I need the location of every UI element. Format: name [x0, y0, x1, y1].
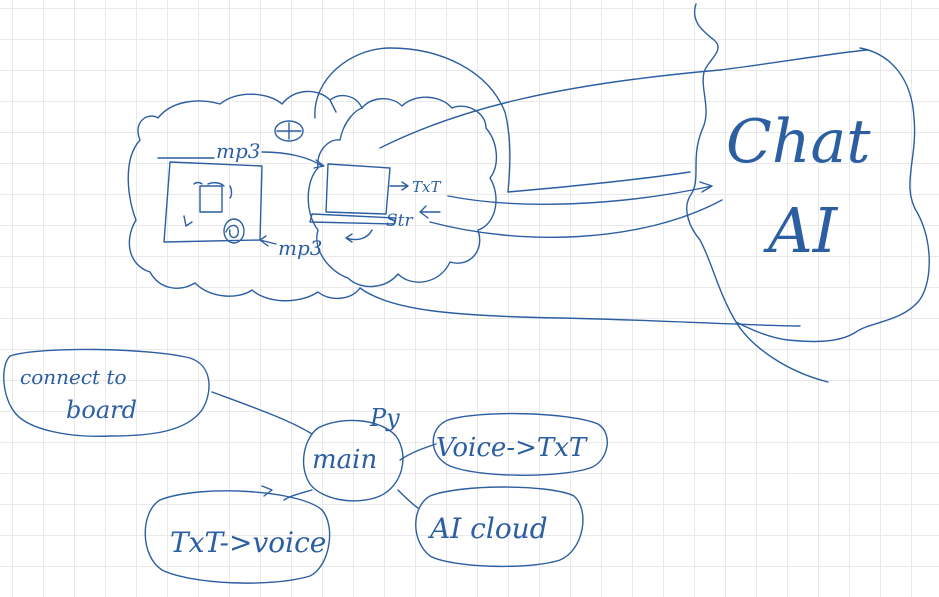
ai-label: AI — [763, 194, 839, 267]
middle-cloud-outline — [307, 96, 497, 288]
whiteboard-canvas[interactable]: Chat AI mp3 mp3 TxT Str main Py connect … — [0, 0, 939, 597]
connector-main-voice — [399, 443, 437, 461]
main-node-label: main — [312, 445, 377, 475]
txt-label: TxT — [412, 178, 441, 196]
device-inner-box — [199, 185, 223, 213]
link-to-ai-mid — [507, 171, 691, 193]
voice-node-label: Voice->TxT — [436, 433, 588, 463]
str-label: Str — [386, 211, 413, 231]
chat-label: Chat — [726, 107, 871, 177]
link-to-ai-str — [429, 199, 723, 238]
txtvoice-node-label: TxT->voice — [170, 526, 326, 559]
mp3-input-label: mp3 — [216, 139, 261, 163]
mp3-output-label: mp3 — [278, 236, 323, 260]
connect-node-label-line1: connect to — [20, 365, 127, 389]
sketch-layer: Chat AI mp3 mp3 TxT Str main Py connect … — [3, 3, 930, 584]
str-arrow — [419, 205, 441, 219]
connector-main-aicloud — [397, 489, 419, 509]
py-label: Py — [369, 404, 400, 432]
mp3-output-arrow — [259, 235, 277, 247]
upper-loop — [314, 47, 511, 193]
laptop-icon — [309, 163, 397, 225]
link-to-ai-lower — [359, 287, 801, 327]
connect-node-label-line2: board — [66, 396, 137, 424]
chat-ai-cloud — [686, 3, 930, 383]
board-device-icon — [163, 161, 263, 243]
aicloud-node-label: AI cloud — [427, 512, 548, 545]
txt-arrow — [389, 181, 409, 191]
connector-main-connect — [211, 391, 313, 435]
